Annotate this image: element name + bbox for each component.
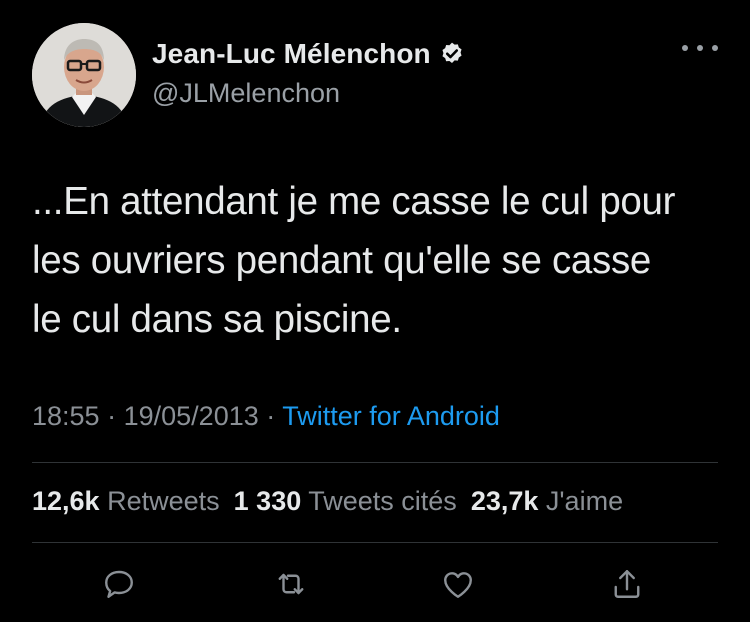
divider bbox=[32, 542, 718, 543]
tweet-stats: 12,6k Retweets 1 330 Tweets cités 23,7k J'… bbox=[32, 486, 637, 517]
reply-icon[interactable] bbox=[97, 562, 141, 606]
tweet-time[interactable]: 18:55 bbox=[32, 401, 100, 431]
quotes-stat[interactable]: 1 330 Tweets cités bbox=[234, 486, 471, 516]
more-horizontal-icon[interactable] bbox=[682, 38, 718, 58]
verified-badge-icon bbox=[442, 42, 462, 63]
tweet-date[interactable]: 19/05/2013 bbox=[124, 401, 259, 431]
tweet-text-line: ...En attendant je me casse le cul pour bbox=[32, 180, 676, 223]
quotes-label: Tweets cités bbox=[308, 486, 457, 516]
tweet-text: ...En attendant je me casse le cul pour … bbox=[32, 172, 722, 349]
author-handle[interactable]: @JLMelenchon bbox=[152, 78, 340, 109]
tweet-source-link[interactable]: Twitter for Android bbox=[282, 401, 500, 431]
retweets-label: Retweets bbox=[107, 486, 220, 516]
share-icon[interactable] bbox=[605, 562, 649, 606]
author-name-row: Jean-Luc Mélenchon bbox=[152, 38, 465, 70]
quotes-count: 1 330 bbox=[233, 486, 302, 516]
tweet-actions bbox=[0, 562, 750, 606]
retweets-count: 12,6k bbox=[32, 486, 100, 516]
likes-label: J'aime bbox=[545, 486, 624, 516]
meta-separator: · bbox=[107, 401, 117, 431]
avatar[interactable] bbox=[32, 23, 136, 127]
likes-count: 23,7k bbox=[470, 486, 539, 516]
likes-stat[interactable]: 23,7k J'aime bbox=[471, 486, 637, 516]
heart-icon[interactable] bbox=[436, 562, 480, 606]
retweet-icon[interactable] bbox=[269, 562, 313, 606]
author-name[interactable]: Jean-Luc Mélenchon bbox=[152, 38, 431, 70]
retweets-stat[interactable]: 12,6k Retweets bbox=[32, 486, 234, 516]
avatar-image bbox=[32, 23, 136, 127]
tweet-text-line: le cul dans sa piscine. bbox=[32, 298, 402, 341]
meta-separator: · bbox=[266, 401, 276, 431]
tweet-meta: 18:55 · 19/05/2013 · Twitter for Android bbox=[32, 401, 500, 432]
tweet-text-line: les ouvriers pendant qu'elle se casse bbox=[32, 239, 652, 282]
divider bbox=[32, 462, 718, 463]
